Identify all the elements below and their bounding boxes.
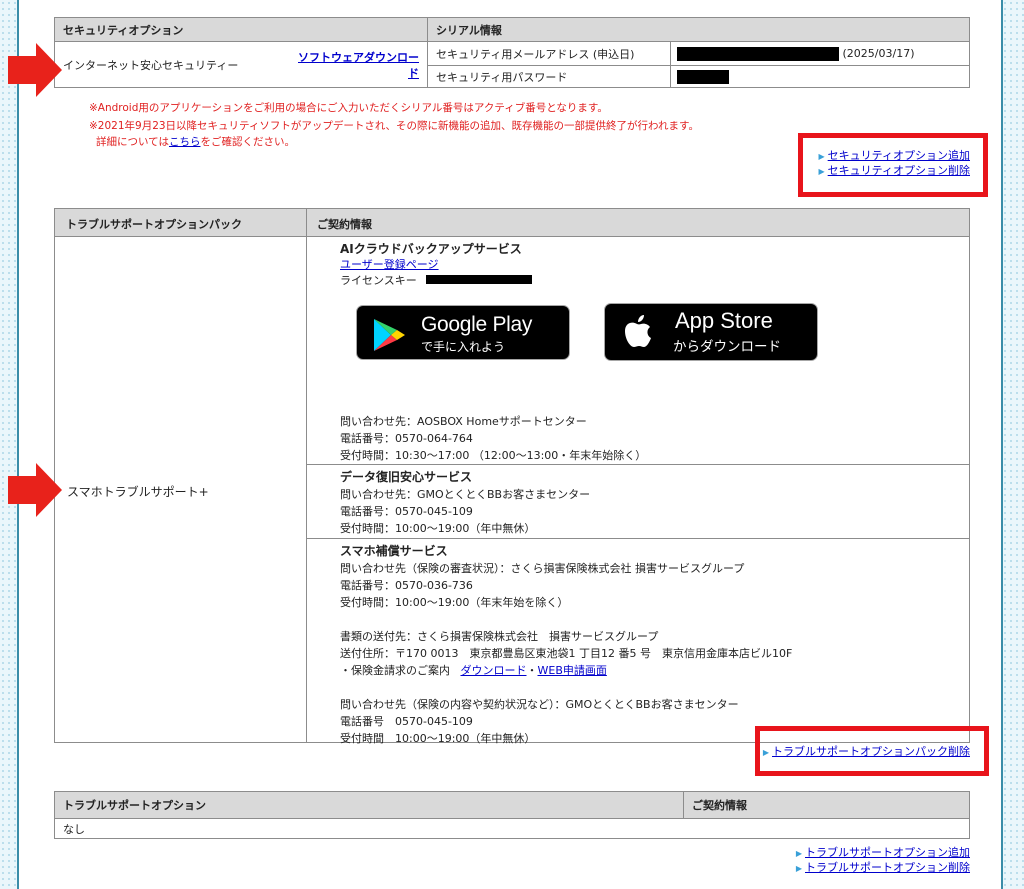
header-pack-contract: ご契約情報 xyxy=(317,218,372,231)
google-play-title: Google Play xyxy=(421,313,533,336)
license-key-label: ライセンスキー xyxy=(340,274,417,287)
redacted-password xyxy=(677,69,729,84)
insurance-contact2: 問い合わせ先（保険の内容や契約状況など）：GMOとくとくBBお客さまセンター xyxy=(340,698,739,711)
bullet-triangle-icon: ▶ xyxy=(818,167,825,176)
trouble-option-value: なし xyxy=(54,818,970,839)
software-download-link[interactable]: ソフトウェアダウンロード xyxy=(298,51,419,80)
insurance-phone2: 電話番号 0570-045-109 xyxy=(340,715,473,728)
header-option-contract: ご契約情報 xyxy=(683,791,970,819)
security-option-table: セキュリティオプション シリアル情報 インターネット安心セキュリティー ソフトウ… xyxy=(54,17,970,88)
google-play-subtitle: で手に入れよう xyxy=(421,340,506,354)
trouble-option-remove-link[interactable]: トラブルサポートオプション削除 xyxy=(805,861,970,874)
redacted-email xyxy=(677,46,839,61)
trouble-pack-remove-link[interactable]: トラブルサポートオプションパック削除 xyxy=(772,745,970,758)
section-divider xyxy=(306,538,969,539)
apple-icon xyxy=(625,315,651,347)
ai-backup-title: AIクラウドバックアップサービス xyxy=(340,242,522,256)
data-phone: 電話番号：0570-045-109 xyxy=(340,505,473,518)
claim-download-link[interactable]: ダウンロード xyxy=(461,664,527,677)
security-option-remove-link[interactable]: セキュリティオプション削除 xyxy=(828,164,970,177)
ai-backup-contact: 問い合わせ先：AOSBOX Homeサポートセンター 電話番号：0570-064… xyxy=(340,413,646,464)
insurance-title: スマホ補償サービス xyxy=(340,544,448,558)
bullet-triangle-icon: ▶ xyxy=(795,849,802,858)
security-mail-label: セキュリティ用メールアドレス (申込日) xyxy=(427,41,671,66)
security-mail-value: (2025/03/17) xyxy=(670,41,970,66)
data-recovery-section: データ復旧安心サービス 問い合わせ先：GMOとくとくBBお客さまセンター 電話番… xyxy=(340,469,590,537)
trouble-option-table: トラブルサポートオプション ご契約情報 なし xyxy=(54,791,970,839)
trouble-option-links: ▶ トラブルサポートオプション追加 ▶ トラブルサポートオプション削除 xyxy=(796,846,970,876)
security-option-name: インターネット安心セキュリティー xyxy=(54,41,281,88)
section-divider xyxy=(306,464,969,465)
bullet-triangle-icon: ▶ xyxy=(818,152,825,161)
redacted-license-key xyxy=(426,275,533,284)
app-store-subtitle: からダウンロード xyxy=(673,339,781,355)
note-update: ※2021年9月23日以降セキュリティソフトがアップデートされ、その際に新機能の… xyxy=(89,120,699,132)
trouble-pack-table: トラブルサポートオプションパック ご契約情報 スマホトラブルサポート+ AIクラ… xyxy=(54,208,970,745)
security-password-value xyxy=(670,65,970,88)
data-contact: 問い合わせ先：GMOとくとくBBお客さまセンター xyxy=(340,488,591,501)
insurance-hours: 受付時間：10:00～19:00（年末年始を除く） xyxy=(340,596,569,609)
data-recovery-title: データ復旧安心サービス xyxy=(340,470,473,484)
trouble-option-add-link[interactable]: トラブルサポートオプション追加 xyxy=(805,846,970,859)
ai-backup-section: AIクラウドバックアップサービス ユーザー登録ページ ライセンスキー xyxy=(340,241,533,289)
note-detail: 詳細についてはこちらをご確認ください。 xyxy=(96,134,295,150)
data-hours: 受付時間：10:00～19:00（年中無休） xyxy=(340,522,536,535)
bullet-triangle-icon: ▶ xyxy=(795,864,802,873)
insurance-contact: 問い合わせ先（保険の審査状況）：さくら損害保険株式会社 損害サービスグループ xyxy=(340,562,745,575)
app-store-badge[interactable]: App Store からダウンロード xyxy=(604,303,818,361)
insurance-phone: 電話番号：0570-036-736 xyxy=(340,579,473,592)
security-option-add-link[interactable]: セキュリティオプション追加 xyxy=(828,149,970,162)
header-security-option: セキュリティオプション xyxy=(54,17,428,42)
note-detail-prefix: 詳細については xyxy=(96,136,169,148)
note-detail-suffix: をご確認ください。 xyxy=(200,136,295,148)
header-trouble-pack: トラブルサポートオプションパック xyxy=(66,218,242,231)
ai-hours: 受付時間：10:30～17:00 （12:00～13:00・年末年始除く） xyxy=(340,449,647,462)
insurance-address: 送付住所：〒170 0013 東京都豊島区東池袋1 丁目12 番5 号 東京信用… xyxy=(340,647,793,660)
header-serial-info: シリアル情報 xyxy=(427,17,970,42)
google-play-icon xyxy=(374,319,405,351)
note-android: ※Android用のアプリケーションをご利用の場合にご入力いただくシリアル番号は… xyxy=(89,102,608,114)
insurance-claim: ・保険金請求のご案内 ダウンロード・WEB申請画面 xyxy=(340,662,792,679)
security-mail-date: (2025/03/17) xyxy=(842,46,915,60)
pack-name: スマホトラブルサポート+ xyxy=(67,485,209,499)
security-password-label: セキュリティ用パスワード xyxy=(427,65,671,88)
column-divider xyxy=(306,209,307,742)
google-play-badge[interactable]: Google Play で手に入れよう xyxy=(356,305,570,360)
insurance-send-to: 書類の送付先：さくら損害保険株式会社 損害サービスグループ xyxy=(340,630,659,643)
user-registration-link[interactable]: ユーザー登録ページ xyxy=(340,258,439,271)
ai-phone: 電話番号：0570-064-764 xyxy=(340,432,473,445)
claim-guide-label: ・保険金請求のご案内 xyxy=(340,664,450,677)
insurance-hours2: 受付時間 10:00～19:00（年中無休） xyxy=(340,732,536,745)
ai-contact: 問い合わせ先：AOSBOX Homeサポートセンター xyxy=(340,415,587,428)
pack-remove-links: ▶ トラブルサポートオプションパック削除 xyxy=(763,745,970,760)
app-store-title: App Store xyxy=(675,308,773,333)
insurance-section: スマホ補償サービス 問い合わせ先（保険の審査状況）：さくら損害保険株式会社 損害… xyxy=(340,543,792,747)
web-application-link[interactable]: WEB申請画面 xyxy=(538,664,607,677)
bullet-triangle-icon: ▶ xyxy=(762,748,769,757)
details-here-link[interactable]: こちら xyxy=(169,136,201,148)
security-option-links: ▶ セキュリティオプション追加 ▶ セキュリティオプション削除 xyxy=(819,149,971,179)
claim-separator: ・ xyxy=(526,664,538,677)
header-trouble-option: トラブルサポートオプション xyxy=(54,791,684,819)
